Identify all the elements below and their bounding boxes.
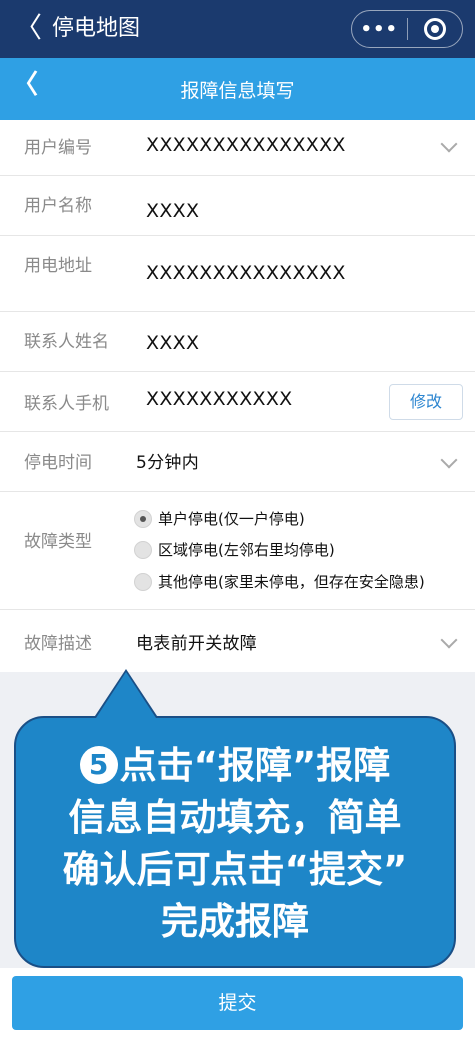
radio-option-label: 其他停电(家里未停电，但存在安全隐患): [158, 573, 425, 591]
radio-button-icon[interactable]: [134, 510, 152, 528]
page-title: 报障信息填写: [180, 80, 295, 102]
callout-pointer: [96, 672, 156, 718]
chevron-down-icon[interactable]: [440, 135, 458, 153]
instruction-callout: 5 点击“报障”报障 信息自动填充，简单 确认后可点击“提交” 完成报障: [14, 716, 456, 968]
submit-bar: 提交: [0, 968, 475, 1038]
radio-option-area[interactable]: 区域停电(左邻右里均停电): [134, 539, 335, 561]
user-name-label: 用户名称: [24, 196, 92, 216]
outage-time-value: 5分钟内: [136, 453, 200, 473]
fault-report-form: 用户编号 XXXXXXXXXXXXXXX 用户名称 XXXX 用电地址 XXXX…: [0, 120, 475, 672]
address-label: 用电地址: [24, 256, 92, 276]
user-name-value: XXXX: [146, 200, 200, 222]
address-value: XXXXXXXXXXXXXXX: [146, 262, 346, 284]
callout-line-1: 点击“报障”报障: [119, 744, 391, 787]
more-menu-icon[interactable]: •••: [352, 19, 407, 40]
radio-option-other[interactable]: 其他停电(家里未停电，但存在安全隐患): [134, 571, 425, 593]
address-row: 用电地址 XXXXXXXXXXXXXXX: [0, 236, 475, 312]
radio-button-icon[interactable]: [134, 573, 152, 591]
outage-time-row[interactable]: 停电时间 5分钟内: [0, 432, 475, 492]
callout-line-3: 确认后可点击“提交”: [62, 848, 408, 891]
contact-phone-label: 联系人手机: [24, 394, 109, 414]
back-arrow-icon[interactable]: 〈: [14, 12, 42, 44]
callout-text: 5 点击“报障”报障 信息自动填充，简单 确认后可点击“提交” 完成报障: [36, 740, 434, 948]
fault-type-label: 故障类型: [24, 532, 92, 552]
contact-name-row[interactable]: 联系人姓名 XXXX: [0, 312, 475, 372]
mini-program-capsule: •••: [351, 10, 463, 48]
chevron-down-icon[interactable]: [440, 631, 458, 649]
user-no-row[interactable]: 用户编号 XXXXXXXXXXXXXXX: [0, 120, 475, 176]
app-top-bar: 〈 停电地图 •••: [0, 0, 475, 58]
fault-desc-row[interactable]: 故障描述 电表前开关故障: [0, 610, 475, 672]
fault-desc-label: 故障描述: [24, 634, 92, 654]
chevron-down-icon[interactable]: [440, 451, 458, 469]
edit-phone-button[interactable]: 修改: [389, 384, 463, 420]
callout-line-2: 信息自动填充，简单: [68, 796, 402, 839]
fault-desc-value: 电表前开关故障: [136, 634, 258, 654]
callout-line-4: 完成报障: [161, 900, 309, 943]
user-no-label: 用户编号: [24, 138, 92, 158]
contact-phone-row[interactable]: 联系人手机 XXXXXXXXXXX 修改: [0, 372, 475, 432]
contact-phone-value: XXXXXXXXXXX: [146, 388, 293, 410]
app-title: 停电地图: [52, 16, 141, 41]
radio-button-icon[interactable]: [134, 541, 152, 559]
page-nav-bar: 〈 报障信息填写: [0, 58, 475, 120]
step-number-badge: 5: [79, 746, 118, 784]
radio-option-label: 单户停电(仅一户停电): [158, 510, 305, 528]
submit-button[interactable]: 提交: [12, 976, 463, 1030]
user-name-row: 用户名称 XXXX: [0, 176, 475, 236]
contact-name-label: 联系人姓名: [24, 332, 109, 352]
contact-name-value[interactable]: XXXX: [146, 330, 199, 356]
fault-type-row: 故障类型 单户停电(仅一户停电) 区域停电(左邻右里均停电) 其他停电(家里未停…: [0, 492, 475, 610]
close-target-icon[interactable]: [407, 18, 462, 40]
user-no-value: XXXXXXXXXXXXXXX: [146, 134, 346, 156]
radio-option-single[interactable]: 单户停电(仅一户停电): [134, 508, 305, 530]
outage-time-label: 停电时间: [24, 453, 92, 473]
radio-option-label: 区域停电(左邻右里均停电): [158, 541, 335, 559]
